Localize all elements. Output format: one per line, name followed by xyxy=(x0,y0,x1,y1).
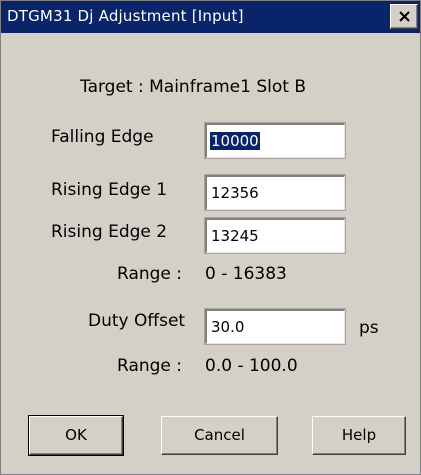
duty-offset-unit: ps xyxy=(359,318,379,338)
edge-range-label: Range : xyxy=(117,264,183,284)
rising-edge-2-input[interactable]: 13245 xyxy=(204,217,346,254)
falling-edge-value: 10000 xyxy=(210,132,260,150)
duty-offset-input[interactable]: 30.0 xyxy=(204,308,346,345)
dialog-window: DTGM31 Dj Adjustment [Input] Target : Ma… xyxy=(0,0,421,475)
falling-edge-label: Falling Edge xyxy=(51,127,154,147)
duty-offset-label: Duty Offset xyxy=(88,311,186,331)
edge-range-value: 0 - 16383 xyxy=(205,264,287,284)
window-title: DTGM31 Dj Adjustment [Input] xyxy=(7,7,244,25)
duty-offset-value: 30.0 xyxy=(211,318,245,336)
duty-range-label: Range : xyxy=(117,356,183,376)
rising-edge-1-label: Rising Edge 1 xyxy=(51,180,168,200)
rising-edge-1-value: 12356 xyxy=(211,184,259,202)
duty-range-value: 0.0 - 100.0 xyxy=(205,356,298,376)
target-label: Target : Mainframe1 Slot B xyxy=(80,77,306,97)
ok-button[interactable]: OK xyxy=(28,415,124,456)
cancel-button[interactable]: Cancel xyxy=(161,416,278,455)
help-button[interactable]: Help xyxy=(312,416,406,455)
rising-edge-1-input[interactable]: 12356 xyxy=(204,174,346,211)
title-bar[interactable]: DTGM31 Dj Adjustment [Input] xyxy=(1,1,420,33)
rising-edge-2-label: Rising Edge 2 xyxy=(51,222,168,242)
close-icon xyxy=(399,11,410,22)
rising-edge-2-value: 13245 xyxy=(211,227,259,245)
falling-edge-input[interactable]: 10000 xyxy=(204,122,346,159)
close-button[interactable] xyxy=(390,4,418,29)
